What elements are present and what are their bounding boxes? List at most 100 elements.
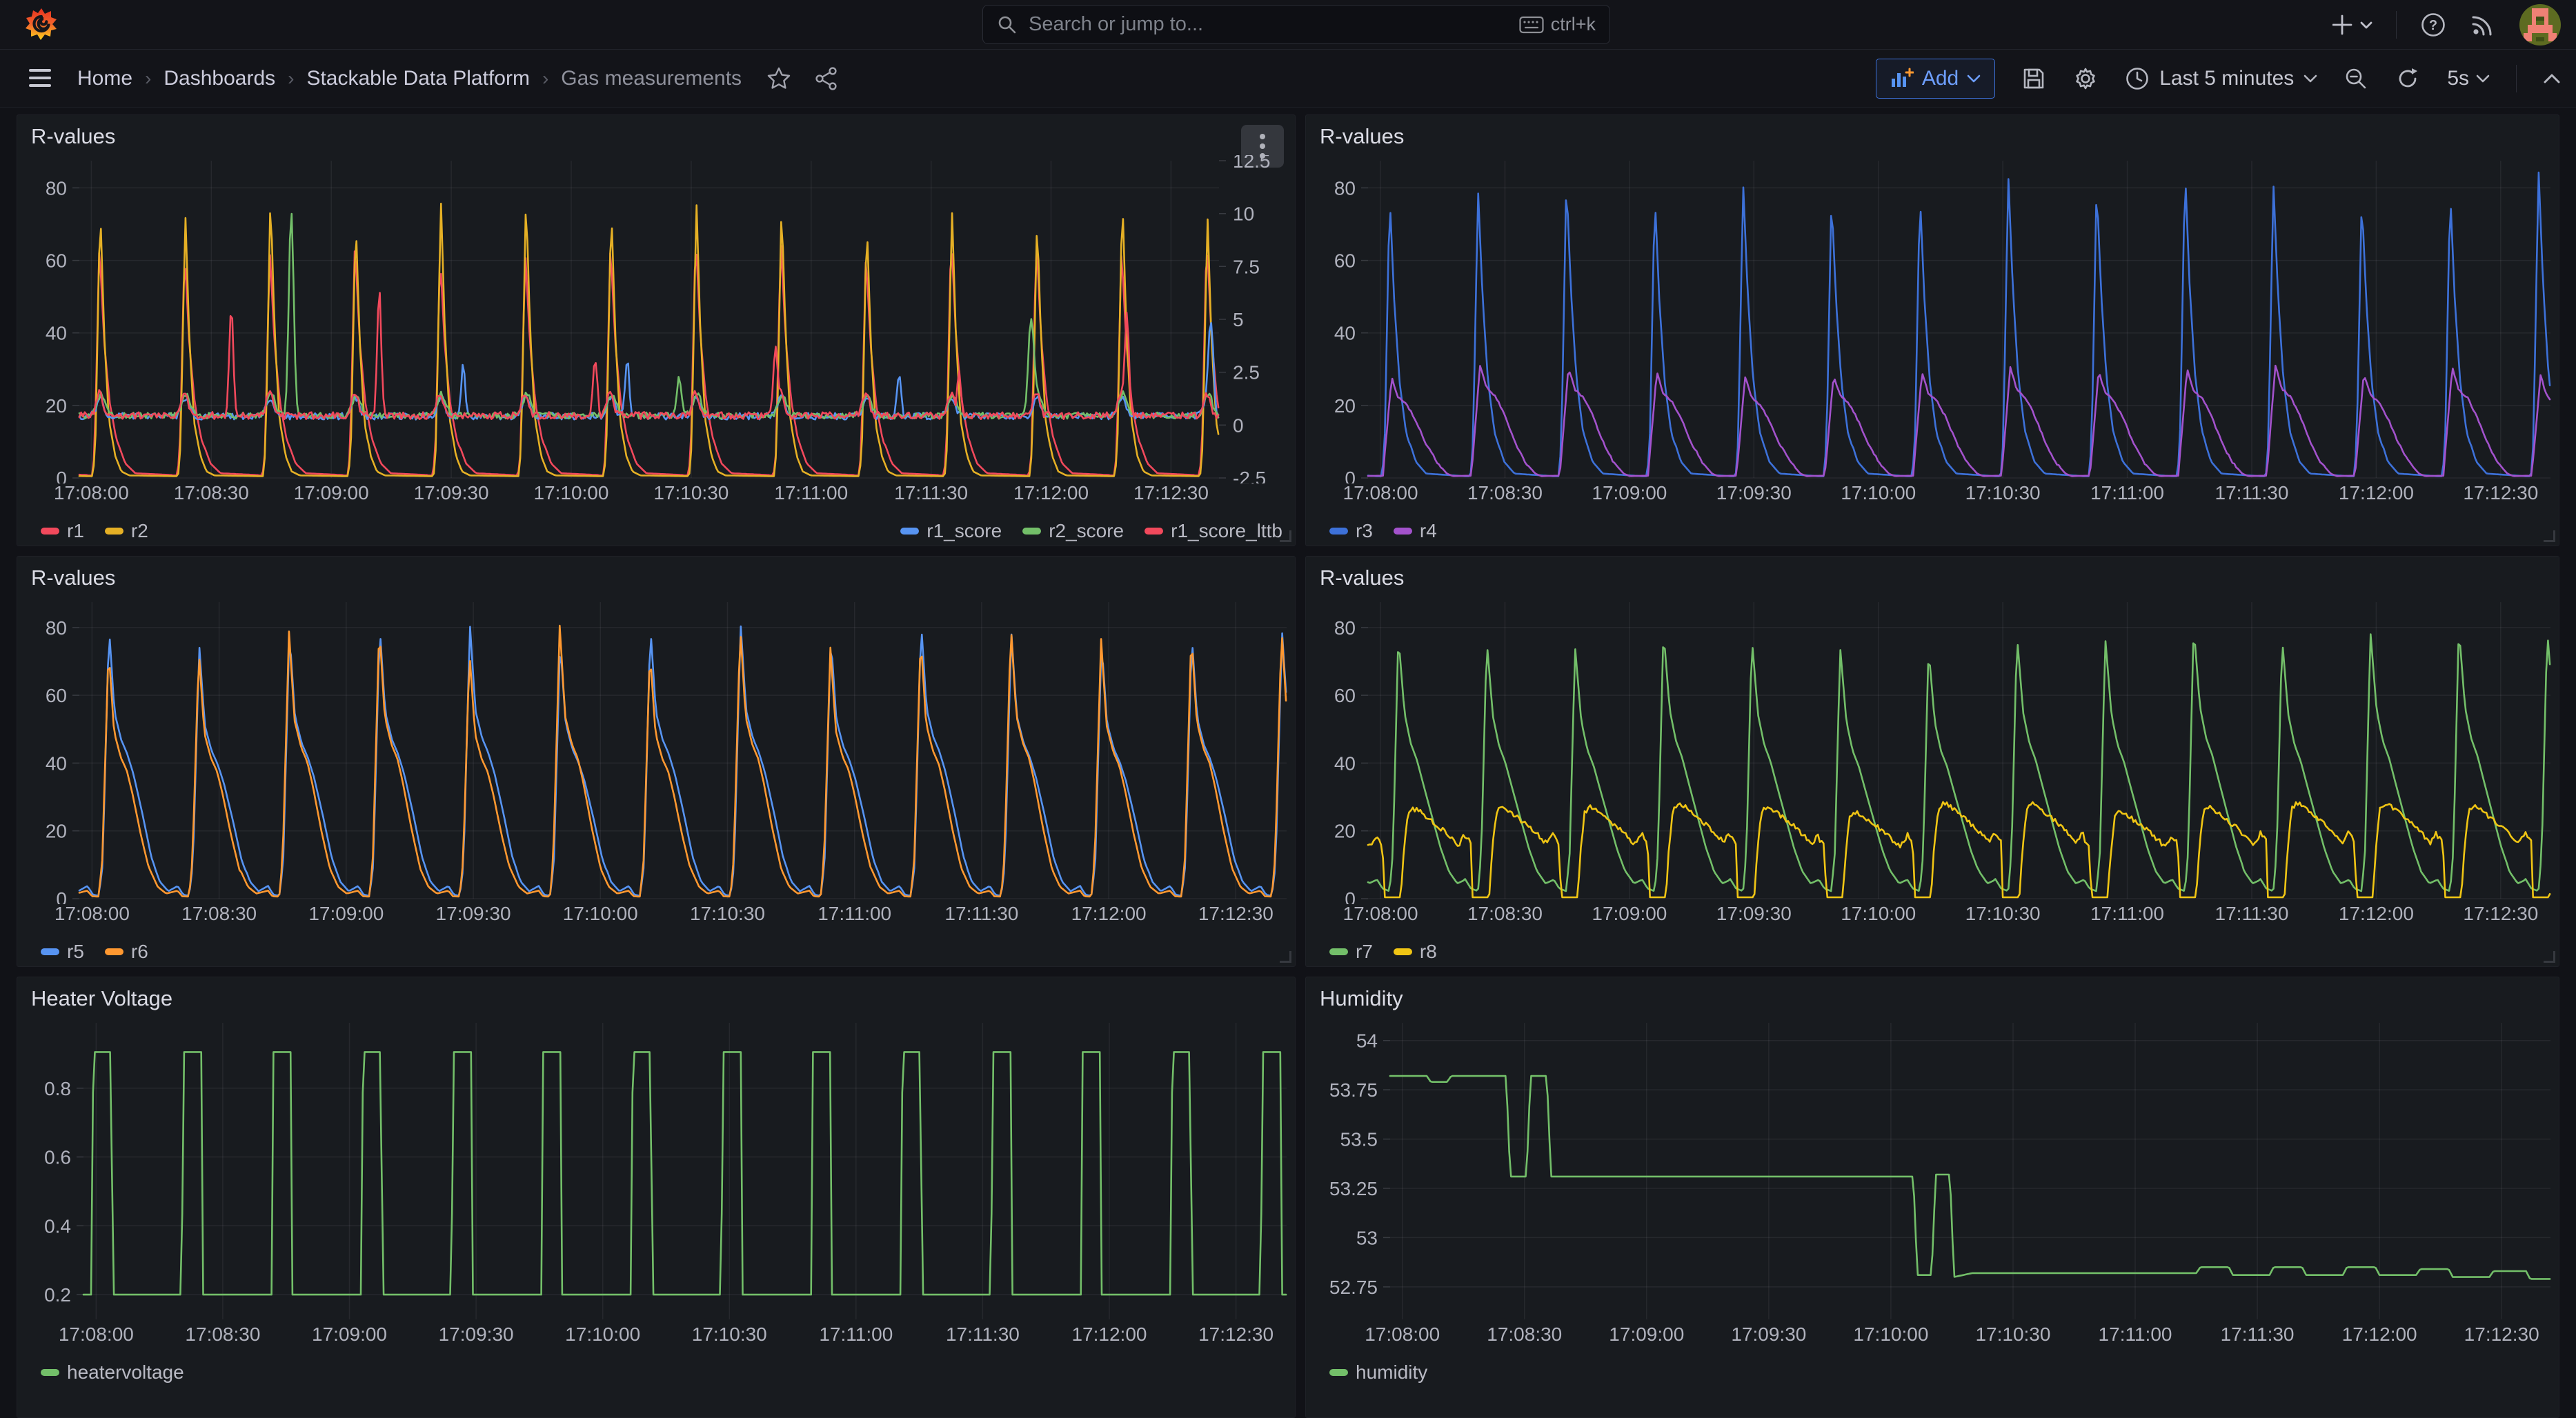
x-axis-tick-label: 17:09:30 bbox=[1714, 1324, 1824, 1346]
add-button-label: Add bbox=[1922, 67, 1959, 90]
series-line-r6 bbox=[79, 626, 1286, 897]
chevron-down-icon bbox=[1967, 74, 1981, 83]
y-axis-tick-label: 0.6 bbox=[44, 1147, 71, 1168]
x-axis-tick-label: 17:11:00 bbox=[801, 1324, 911, 1346]
x-axis-tick-label: 17:09:30 bbox=[421, 1324, 531, 1346]
legend-group-left: humidity bbox=[1329, 1361, 1427, 1384]
time-series-plot[interactable]: 52.755353.2553.553.7554 bbox=[1306, 1017, 2560, 1325]
collapse-toolbar-caret-up[interactable] bbox=[2543, 72, 2561, 85]
topnav-right-actions: ? bbox=[2332, 0, 2561, 49]
time-series-plot[interactable]: 020406080 bbox=[1306, 597, 2560, 904]
user-avatar[interactable] bbox=[2519, 4, 2561, 46]
refresh-button[interactable] bbox=[2395, 66, 2421, 92]
breadcrumb-dashboards[interactable]: Dashboards bbox=[164, 67, 275, 90]
x-axis-tick-label: 17:12:00 bbox=[2324, 1324, 2435, 1346]
grafana-logo[interactable] bbox=[25, 8, 58, 41]
x-axis-tick-label: 17:10:30 bbox=[672, 903, 782, 925]
x-axis-tick-label: 17:08:00 bbox=[1347, 1324, 1458, 1346]
legend-item-heatervoltage[interactable]: heatervoltage bbox=[41, 1361, 184, 1384]
legend-item-r1_score[interactable]: r1_score bbox=[900, 520, 1002, 542]
y-axis-tick-label: 0.2 bbox=[44, 1284, 71, 1306]
x-axis-tick-label: 17:08:00 bbox=[41, 1324, 151, 1346]
legend-swatch bbox=[1394, 948, 1412, 955]
x-axis-tick-label: 17:12:00 bbox=[996, 482, 1107, 504]
panel-title[interactable]: R-values bbox=[31, 124, 115, 149]
share-button[interactable] bbox=[815, 67, 838, 90]
panel-title[interactable]: Heater Voltage bbox=[31, 986, 172, 1011]
panel-resize-handle[interactable] bbox=[2544, 530, 2555, 542]
x-axis-tick-label: 17:08:30 bbox=[168, 1324, 278, 1346]
x-axis-tick-label: 17:12:00 bbox=[1053, 903, 1164, 925]
panel-resize-handle[interactable] bbox=[2544, 951, 2555, 963]
time-series-plot[interactable]: 020406080 bbox=[17, 597, 1296, 904]
legend-item-r1_score_lttb[interactable]: r1_score_lttb bbox=[1145, 520, 1282, 542]
y-axis-tick-label: 53 bbox=[1356, 1227, 1378, 1248]
y-axis-tick-label: 60 bbox=[46, 250, 67, 272]
dashboard-toolbar: Add Last 5 minutes bbox=[1876, 50, 2561, 107]
legend-item-r5[interactable]: r5 bbox=[41, 941, 84, 963]
legend-item-r4[interactable]: r4 bbox=[1394, 520, 1437, 542]
zoom-out-button[interactable] bbox=[2344, 66, 2368, 91]
x-axis-tick-label: 17:11:30 bbox=[2197, 903, 2307, 925]
y-axis-tick-label: 80 bbox=[46, 617, 67, 639]
time-series-plot[interactable]: 020406080-2.502.557.51012.5 bbox=[17, 155, 1296, 483]
x-axis-labels: 17:08:0017:08:3017:09:0017:09:3017:10:00… bbox=[1306, 482, 2559, 514]
help-button[interactable]: ? bbox=[2420, 12, 2446, 38]
y-axis-tick-label: 60 bbox=[46, 685, 67, 706]
panel-title[interactable]: R-values bbox=[1320, 566, 1404, 590]
x-axis-tick-label: 17:11:00 bbox=[2072, 482, 2183, 504]
legend-item-r2[interactable]: r2 bbox=[105, 520, 148, 542]
time-series-plot[interactable]: 0.20.40.60.8 bbox=[17, 1017, 1296, 1325]
time-range-picker[interactable]: Last 5 minutes bbox=[2125, 66, 2317, 91]
refresh-interval-picker[interactable]: 5s bbox=[2447, 67, 2490, 90]
y-axis-tick-label: 20 bbox=[1334, 395, 1356, 417]
legend-swatch bbox=[1022, 528, 1041, 535]
x-axis-tick-label: 17:10:00 bbox=[1836, 1324, 1946, 1346]
right-y-axis-tick-label: 7.5 bbox=[1233, 256, 1260, 277]
panel-resize-handle[interactable] bbox=[1280, 951, 1291, 963]
legend-item-humidity[interactable]: humidity bbox=[1329, 1361, 1427, 1384]
panel-title[interactable]: R-values bbox=[31, 566, 115, 590]
time-series-plot[interactable]: 020406080 bbox=[1306, 155, 2560, 483]
dashboard-settings-gear-icon[interactable] bbox=[2072, 66, 2099, 92]
y-axis-tick-label: 20 bbox=[1334, 821, 1356, 842]
breadcrumb-folder[interactable]: Stackable Data Platform bbox=[306, 67, 529, 90]
legend-item-r2_score[interactable]: r2_score bbox=[1022, 520, 1124, 542]
y-axis-tick-label: 60 bbox=[1334, 250, 1356, 272]
legend-item-r1[interactable]: r1 bbox=[41, 520, 84, 542]
breadcrumb-home[interactable]: Home bbox=[77, 67, 132, 90]
legend-item-r3[interactable]: r3 bbox=[1329, 520, 1373, 542]
x-axis-tick-label: 17:08:30 bbox=[1469, 1324, 1580, 1346]
legend-item-r8[interactable]: r8 bbox=[1394, 941, 1437, 963]
dashboard-canvas: R-values 020406080-2.502.557.51012.5 17:… bbox=[0, 108, 2576, 1355]
legend-item-r7[interactable]: r7 bbox=[1329, 941, 1373, 963]
search-input[interactable]: Search or jump to... ctrl+k bbox=[982, 5, 1610, 44]
y-axis-tick-label: 40 bbox=[46, 752, 67, 774]
y-axis-tick-label: 54 bbox=[1356, 1030, 1378, 1052]
new-create-button[interactable] bbox=[2332, 13, 2372, 37]
add-panel-button[interactable]: Add bbox=[1876, 59, 1995, 99]
panel-resize-handle[interactable] bbox=[1280, 530, 1291, 542]
x-axis-tick-label: 17:09:00 bbox=[1574, 482, 1685, 504]
menu-toggle-button[interactable] bbox=[28, 66, 52, 90]
legend-label: r7 bbox=[1356, 941, 1373, 963]
y-axis-tick-label: 40 bbox=[1334, 752, 1356, 774]
x-axis-tick-label: 17:09:00 bbox=[295, 1324, 405, 1346]
x-axis-tick-label: 17:12:00 bbox=[1054, 1324, 1165, 1346]
dashboard-header-bar: Home › Dashboards › Stackable Data Platf… bbox=[0, 50, 2576, 108]
x-axis-tick-label: 17:10:00 bbox=[516, 482, 626, 504]
x-axis-tick-label: 17:09:30 bbox=[418, 903, 528, 925]
panel-title[interactable]: R-values bbox=[1320, 124, 1404, 149]
legend-item-r6[interactable]: r6 bbox=[105, 941, 148, 963]
right-y-axis-tick-label: 12.5 bbox=[1233, 155, 1271, 172]
favorite-star-button[interactable] bbox=[766, 66, 791, 91]
legend-group-left: r5 r6 bbox=[41, 941, 148, 963]
news-rss-button[interactable] bbox=[2470, 12, 2496, 38]
right-y-axis-tick-label: 5 bbox=[1233, 309, 1244, 330]
chevron-down-icon bbox=[2476, 74, 2490, 83]
save-dashboard-button[interactable] bbox=[2021, 66, 2046, 91]
x-axis-tick-label: 17:12:30 bbox=[1181, 1324, 1291, 1346]
x-axis-tick-label: 17:10:30 bbox=[674, 1324, 784, 1346]
breadcrumb-current: Gas measurements bbox=[561, 67, 742, 90]
panel-title[interactable]: Humidity bbox=[1320, 986, 1403, 1011]
